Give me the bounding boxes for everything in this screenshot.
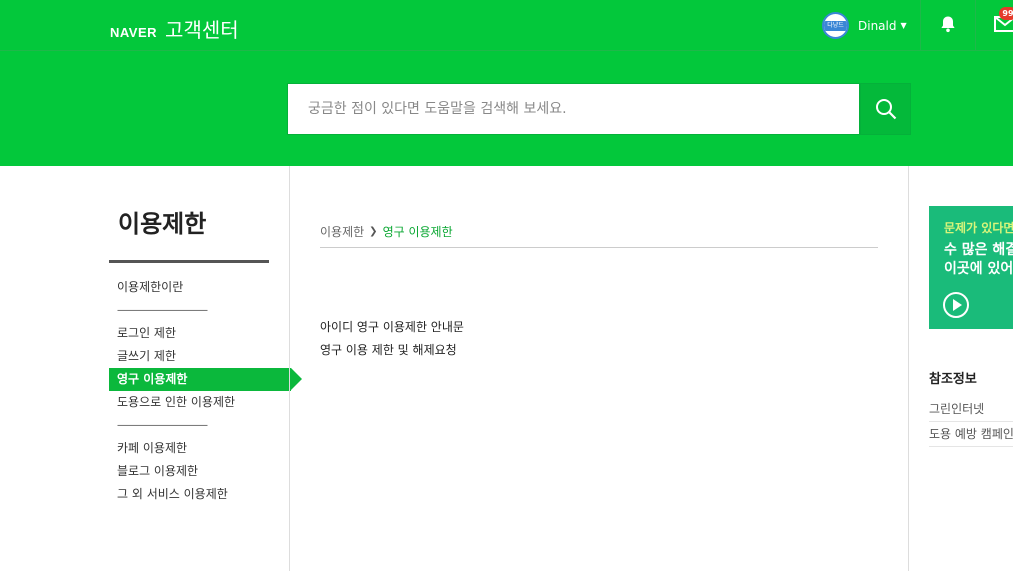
caret-down-icon[interactable]: ▼ — [900, 21, 906, 30]
help-article-list: 아이디 영구 이용제한 안내문 영구 이용 제한 및 해제요청 — [320, 316, 464, 362]
reference-link[interactable]: 그린인터넷 — [929, 397, 1013, 422]
reference-list: 그린인터넷 도용 예방 캠페인 — [929, 397, 1013, 447]
breadcrumb: 이용제한 ❯ 영구 이용제한 — [320, 223, 453, 240]
search-button[interactable] — [860, 83, 911, 135]
banner-text-line: 이곳에 있어 — [944, 261, 1013, 277]
sidebar-title-underline — [109, 260, 269, 263]
user-menu[interactable]: 다냥드 Dinald ▼ — [822, 12, 907, 39]
logo[interactable]: NAVER 고객센터 — [110, 14, 239, 43]
content-divider-right — [908, 166, 909, 571]
chevron-right-icon: ❯ — [369, 226, 378, 237]
sidebar-separator: —————————— — [117, 305, 208, 316]
reference-title: 참조정보 — [929, 372, 977, 387]
help-article-link[interactable]: 영구 이용 제한 및 해제요청 — [320, 339, 464, 362]
sidebar-item-login-restriction[interactable]: 로그인 제한 — [109, 322, 309, 345]
sidebar-item-writing-restriction[interactable]: 글쓰기 제한 — [109, 345, 309, 368]
sidebar-item-other-restriction[interactable]: 그 외 서비스 이용제한 — [109, 483, 309, 506]
sidebar-item-blog-restriction[interactable]: 블로그 이용제한 — [109, 460, 309, 483]
service-title[interactable]: 고객센터 — [165, 14, 239, 43]
sidebar-separator: —————————— — [117, 420, 208, 431]
help-article-link[interactable]: 아이디 영구 이용제한 안내문 — [320, 316, 464, 339]
search-bar — [287, 83, 911, 135]
content-divider-left — [289, 166, 290, 571]
banner-text: 수 많은 해결 이곳에 있어 — [944, 241, 1013, 279]
play-icon[interactable] — [943, 292, 969, 318]
banner-text-line: 수 많은 해결 — [944, 242, 1013, 258]
global-nav: NAVER 고객센터 다냥드 Dinald ▼ 99 — [0, 0, 1013, 51]
sidebar-item-permanent-restriction[interactable]: 영구 이용제한 — [109, 368, 302, 391]
avatar[interactable]: 다냥드 — [822, 12, 849, 39]
breadcrumb-current: 영구 이용제한 — [382, 225, 453, 239]
bell-icon[interactable] — [939, 15, 957, 37]
help-banner[interactable]: 문제가 있다면 수 많은 해결 이곳에 있어 — [929, 206, 1013, 329]
divider — [920, 0, 921, 51]
breadcrumb-parent[interactable]: 이용제한 — [320, 223, 364, 240]
sidebar-item-theft-restriction[interactable]: 도용으로 인한 이용제한 — [109, 391, 309, 414]
avatar-label: 다냥드 — [824, 20, 847, 31]
breadcrumb-divider — [320, 247, 878, 248]
user-name[interactable]: Dinald — [858, 19, 896, 33]
naver-logo[interactable]: NAVER — [110, 25, 157, 40]
sidebar-title: 이용제한 — [118, 210, 207, 238]
divider — [975, 0, 976, 51]
sidebar-item-cafe-restriction[interactable]: 카페 이용제한 — [109, 437, 309, 460]
sidebar-menu: 이용제한이란 —————————— 로그인 제한 글쓰기 제한 영구 이용제한 … — [109, 276, 309, 506]
header-area: NAVER 고객센터 다냥드 Dinald ▼ 99 — [0, 0, 1013, 166]
banner-headline: 문제가 있다면 — [944, 221, 1013, 235]
search-input[interactable] — [287, 83, 860, 135]
right-aside: 문제가 있다면 수 많은 해결 이곳에 있어 참조정보 그린인터넷 도용 예방 … — [929, 166, 1013, 571]
sidebar-item-restriction-info[interactable]: 이용제한이란 — [109, 276, 309, 299]
notification-badge: 99 — [999, 7, 1013, 20]
search-icon — [875, 99, 896, 120]
reference-link[interactable]: 도용 예방 캠페인 — [929, 422, 1013, 447]
